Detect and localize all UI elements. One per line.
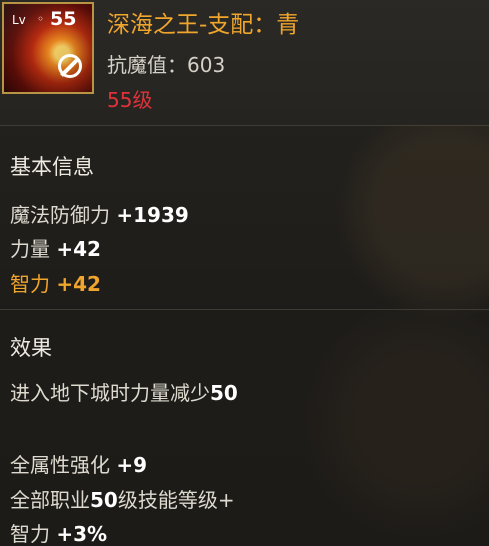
effect-intelligence-percent: 智力 +3% [10, 518, 107, 546]
tooltip-header: Lv ◦ 55 深海之王-支配：青 抗魔值：603 55级 [0, 0, 489, 125]
section-title-basic-info: 基本信息 [10, 155, 94, 179]
level-separator: ◦ [37, 12, 45, 26]
level-requirement: 55级 [107, 88, 153, 112]
item-level: 55 [50, 8, 77, 30]
stat-intelligence: 智力 +42 [10, 268, 101, 297]
stat-label: 智力 [10, 272, 57, 296]
stat-label: 力量 [10, 237, 57, 261]
effect-value: +9 [116, 453, 148, 477]
stat-label: 魔法防御力 [10, 203, 117, 227]
stat-strength: 力量 +42 [10, 233, 101, 262]
effect-text: 进入地下城时力量减少 [10, 381, 210, 405]
item-name: 深海之王-支配：青 [107, 12, 300, 38]
stat-value: +42 [56, 237, 101, 261]
effect-all-element-enhance: 全属性强化 +9 [10, 449, 147, 478]
section-title-effects: 效果 [10, 336, 52, 360]
effect-label: 智力 [10, 522, 57, 546]
effect-dungeon-strength-reduction: 进入地下城时力量减少50 [10, 377, 238, 406]
effect-label-suffix: 级技能等级+ [117, 488, 235, 512]
stat-magic-defense: 魔法防御力 +1939 [10, 199, 189, 228]
effect-value: +3% [56, 522, 108, 546]
no-entry-icon [58, 54, 82, 78]
item-tooltip: Lv ◦ 55 深海之王-支配：青 抗魔值：603 55级 基本信息 魔法防御力… [0, 0, 489, 546]
divider [0, 125, 489, 126]
effect-value: 50 [90, 488, 118, 512]
effect-value: 50 [210, 381, 238, 405]
effect-label-prefix: 全部职业 [10, 488, 90, 512]
item-icon[interactable]: Lv ◦ 55 [2, 2, 94, 94]
divider [0, 309, 489, 310]
level-prefix: Lv [12, 13, 26, 27]
effect-label: 全属性强化 [10, 453, 117, 477]
stat-value: +1939 [116, 203, 189, 227]
effect-all-job-skill-level: 全部职业50级技能等级+ [10, 484, 235, 513]
stat-value: +42 [56, 272, 101, 296]
magic-resist-value: 抗魔值：603 [107, 53, 226, 77]
